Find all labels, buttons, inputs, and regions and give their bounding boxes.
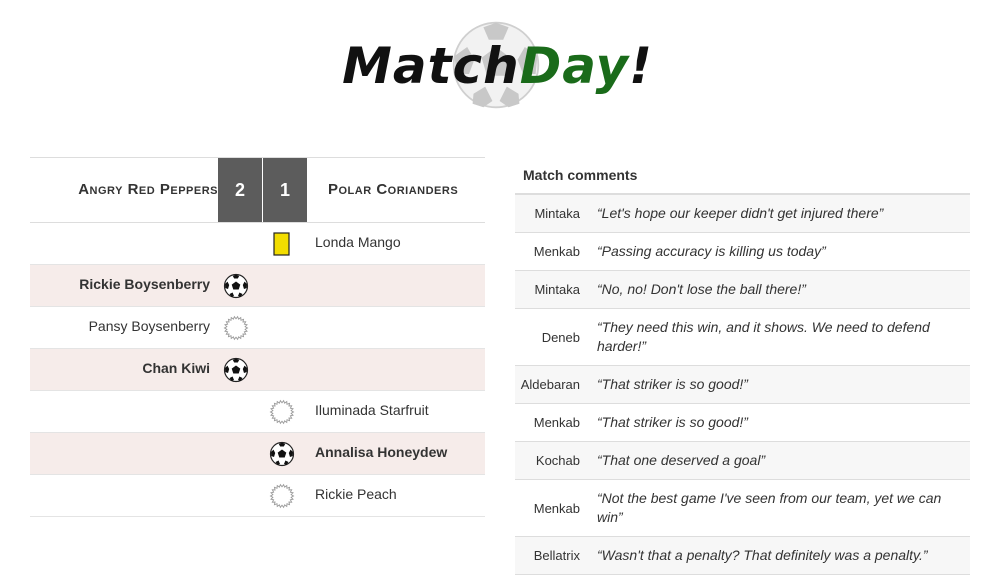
event-row: Rickie Peach (30, 475, 485, 517)
comment-author: Bellatrix (533, 548, 580, 563)
match-events-list: Londa Mango Rickie Boysenberry Pansy Boyse… (30, 223, 485, 517)
comment-text: “Let's hope our keeper didn't get injure… (597, 205, 884, 221)
home-player-name: Pansy Boysenberry (88, 318, 210, 334)
comment-row: Deneb “They need this win, and it shows. … (515, 309, 970, 366)
away-score: 1 (263, 158, 307, 222)
comment-text: “Not the best game I've seen from our te… (597, 490, 942, 525)
comment-row: Menkab “Not the best game I've seen from … (515, 480, 970, 537)
comment-row: Menkab “Passing accuracy is killing us to… (515, 233, 970, 271)
away-player-name (315, 265, 485, 306)
away-player-name (315, 307, 485, 348)
comment-text: “That one deserved a goal” (597, 452, 766, 468)
away-player-name: Annalisa Honeydew (315, 444, 448, 460)
event-row: Rickie Boysenberry (30, 265, 485, 307)
comment-text: “Wasn't that a penalty? That definitely … (597, 547, 928, 563)
comment-row: Mintaka “Let's hope our keeper didn't get… (515, 195, 970, 233)
comment-text: “Passing accuracy is killing us today” (597, 243, 826, 259)
comment-author: Aldebaran (520, 377, 580, 392)
away-player-name (315, 349, 485, 390)
event-row: Annalisa Honeydew (30, 433, 485, 475)
comments-list: Mintaka “Let's hope our keeper didn't get… (515, 195, 970, 575)
away-player-name: Rickie Peach (315, 486, 397, 502)
home-player-name (30, 475, 210, 516)
comment-text: “That striker is so good!” (597, 376, 748, 392)
missed-shot-icon (269, 483, 295, 509)
logo-word-day: Day (519, 37, 630, 95)
goal-ball-icon (269, 441, 295, 467)
comment-author: Mintaka (534, 282, 580, 297)
home-player-name (30, 433, 210, 474)
home-team-name: Angry Red Peppers (78, 181, 218, 198)
goal-ball-icon (223, 273, 249, 299)
logo-exclamation: ! (629, 37, 653, 95)
missed-shot-icon (223, 315, 249, 341)
comment-row: Bellatrix “Wasn't that a penalty? That de… (515, 537, 970, 575)
logo-word-match: Match (342, 37, 520, 95)
comment-author: Menkab (533, 244, 580, 259)
yellow-card-icon (269, 231, 295, 257)
away-player-name: Londa Mango (315, 234, 401, 250)
home-score: 2 (218, 158, 262, 222)
goal-ball-icon (223, 357, 249, 383)
comment-author: Kochab (535, 453, 580, 468)
app-title: MatchDay! (0, 34, 995, 98)
event-row: Iluminada Starfruit (30, 391, 485, 433)
comment-row: Kochab “That one deserved a goal” (515, 442, 970, 480)
missed-shot-icon (269, 399, 295, 425)
comment-row: Mintaka “No, no! Don't lose the ball ther… (515, 271, 970, 309)
app-logo: MatchDay! (0, 0, 995, 130)
event-row: Pansy Boysenberry (30, 307, 485, 349)
match-comments-panel: Match comments Mintaka “Let's hope our ke… (515, 157, 970, 575)
home-player-name (30, 391, 210, 432)
comments-title: Match comments (515, 157, 970, 195)
home-player-name (30, 223, 210, 264)
comment-text: “They need this win, and it shows. We ne… (597, 319, 930, 354)
scoreboard: Angry Red Peppers 2 1 Polar Corianders L… (30, 157, 485, 517)
comment-text: “That striker is so good!” (597, 414, 748, 430)
comment-author: Deneb (541, 329, 580, 345)
event-row: Chan Kiwi (30, 349, 485, 391)
home-player-name: Chan Kiwi (142, 360, 210, 376)
comment-author: Mintaka (534, 206, 580, 221)
comment-author: Menkab (533, 500, 580, 516)
comment-author: Menkab (533, 415, 580, 430)
comment-row: Aldebaran “That striker is so good!” (515, 366, 970, 404)
event-row: Londa Mango (30, 223, 485, 265)
comment-row: Menkab “That striker is so good!” (515, 404, 970, 442)
away-team-name: Polar Corianders (328, 181, 459, 198)
score-header: Angry Red Peppers 2 1 Polar Corianders (30, 157, 485, 223)
away-player-name: Iluminada Starfruit (315, 402, 429, 418)
home-player-name: Rickie Boysenberry (79, 276, 210, 292)
comment-text: “No, no! Don't lose the ball there!” (597, 281, 806, 297)
